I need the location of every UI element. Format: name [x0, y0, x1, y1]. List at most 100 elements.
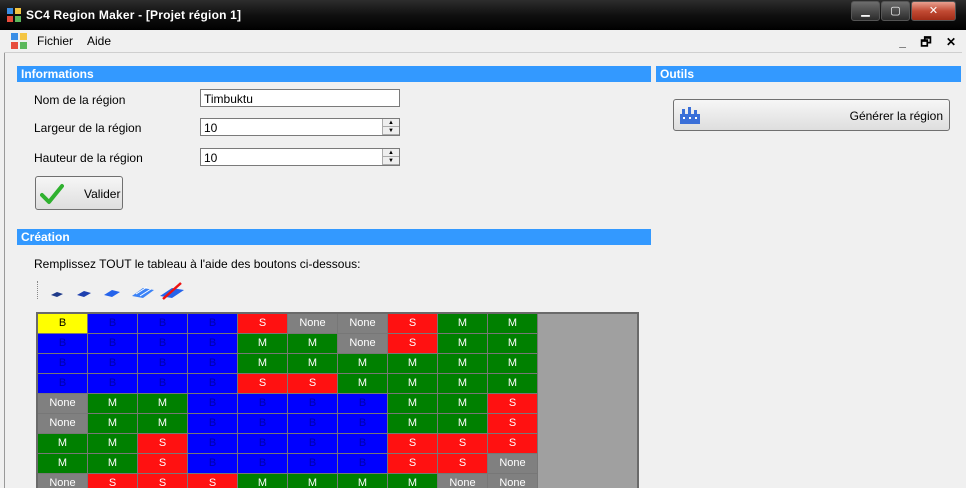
grid-cell[interactable]: None — [488, 474, 538, 488]
grid-cell[interactable]: M — [488, 374, 538, 394]
spin-up-icon[interactable]: ▲ — [383, 119, 399, 127]
grid-cell[interactable]: B — [338, 454, 388, 474]
grid-cell[interactable]: B — [138, 354, 188, 374]
grid-cell[interactable]: B — [288, 454, 338, 474]
grid-cell[interactable]: S — [488, 394, 538, 414]
grid-cell[interactable]: None — [488, 454, 538, 474]
grid-cell[interactable]: M — [38, 454, 88, 474]
grid-cell[interactable]: B — [88, 374, 138, 394]
grid-cell[interactable]: B — [338, 394, 388, 414]
grid-cell[interactable]: B — [188, 394, 238, 414]
region-grid[interactable]: B B B B S None None S M M B B B B M M None S M M B B B B M M M M M M B… — [36, 312, 639, 488]
menu-aide[interactable]: Aide — [87, 34, 111, 48]
grid-cell[interactable]: B — [188, 314, 238, 334]
grid-cell[interactable]: B — [238, 454, 288, 474]
grid-cell[interactable]: M — [438, 414, 488, 434]
spin-up-icon[interactable]: ▲ — [383, 149, 399, 157]
grid-cell[interactable]: S — [438, 434, 488, 454]
grid-cell[interactable]: S — [238, 314, 288, 334]
region-height-input[interactable]: 10 ▲ ▼ — [200, 148, 400, 166]
grid-cell[interactable]: B — [338, 434, 388, 454]
fill-all-icon[interactable] — [131, 281, 155, 301]
grid-cell[interactable]: M — [88, 414, 138, 434]
grid-cell[interactable]: B — [38, 354, 88, 374]
grid-cell[interactable]: S — [438, 454, 488, 474]
grid-cell[interactable]: M — [438, 354, 488, 374]
close-button[interactable]: ✕ — [911, 1, 956, 21]
grid-cell[interactable]: S — [388, 454, 438, 474]
grid-cell[interactable]: M — [288, 474, 338, 488]
grid-cell[interactable]: M — [388, 354, 438, 374]
mdi-restore-icon[interactable]: 🗗 — [920, 35, 931, 49]
grid-cell[interactable]: None — [338, 314, 388, 334]
grid-cell[interactable]: B — [138, 314, 188, 334]
maximize-button[interactable]: ▢ — [881, 1, 910, 21]
grid-cell[interactable]: B — [238, 414, 288, 434]
grid-cell[interactable]: M — [88, 394, 138, 414]
grid-cell[interactable]: B — [188, 454, 238, 474]
grid-cell[interactable]: B — [38, 314, 88, 334]
grid-cell[interactable]: M — [438, 394, 488, 414]
spin-down-icon[interactable]: ▼ — [383, 127, 399, 135]
grid-cell[interactable]: B — [188, 374, 238, 394]
grid-cell[interactable]: M — [238, 334, 288, 354]
grid-cell[interactable]: M — [88, 434, 138, 454]
grid-cell[interactable]: B — [338, 414, 388, 434]
grid-cell[interactable]: B — [288, 394, 338, 414]
grid-cell[interactable]: B — [188, 354, 238, 374]
grid-cell[interactable]: B — [138, 374, 188, 394]
grid-cell[interactable]: S — [488, 414, 538, 434]
grid-cell[interactable]: None — [38, 474, 88, 488]
grid-cell[interactable]: B — [188, 434, 238, 454]
grid-cell[interactable]: S — [488, 434, 538, 454]
large-tile-icon[interactable] — [102, 281, 122, 301]
grid-cell[interactable]: S — [238, 374, 288, 394]
generate-region-button[interactable]: Générer la région — [673, 99, 950, 131]
grid-cell[interactable]: B — [238, 394, 288, 414]
grid-cell[interactable]: M — [288, 354, 338, 374]
grid-cell[interactable]: M — [388, 474, 438, 488]
width-spinner[interactable]: ▲ ▼ — [382, 119, 399, 135]
menu-fichier[interactable]: Fichier — [37, 34, 73, 48]
grid-cell[interactable]: M — [488, 354, 538, 374]
grid-cell[interactable]: S — [288, 374, 338, 394]
validate-button[interactable]: Valider — [35, 176, 123, 210]
grid-cell[interactable]: None — [438, 474, 488, 488]
grid-cell[interactable]: B — [288, 434, 338, 454]
grid-cell[interactable]: M — [338, 374, 388, 394]
grid-cell[interactable]: M — [138, 414, 188, 434]
mdi-close-icon[interactable]: ✕ — [946, 35, 956, 49]
grid-cell[interactable]: B — [88, 334, 138, 354]
grid-cell[interactable]: S — [138, 434, 188, 454]
grid-cell[interactable]: M — [238, 474, 288, 488]
grid-cell[interactable]: None — [38, 394, 88, 414]
erase-icon[interactable] — [159, 281, 185, 301]
grid-cell[interactable]: S — [88, 474, 138, 488]
grid-cell[interactable]: M — [488, 314, 538, 334]
medium-tile-icon[interactable] — [75, 281, 93, 301]
grid-cell[interactable]: B — [288, 414, 338, 434]
grid-cell[interactable]: None — [338, 334, 388, 354]
grid-cell[interactable]: None — [288, 314, 338, 334]
small-tile-icon[interactable] — [49, 281, 65, 301]
region-name-input[interactable]: Timbuktu — [200, 89, 400, 107]
height-spinner[interactable]: ▲ ▼ — [382, 149, 399, 165]
grid-cell[interactable]: M — [488, 334, 538, 354]
grid-cell[interactable]: M — [388, 394, 438, 414]
grid-cell[interactable]: S — [138, 454, 188, 474]
grid-cell[interactable]: M — [288, 334, 338, 354]
grid-cell[interactable]: B — [88, 314, 138, 334]
grid-cell[interactable]: M — [388, 374, 438, 394]
grid-cell[interactable]: B — [188, 334, 238, 354]
grid-cell[interactable]: S — [388, 314, 438, 334]
mdi-minimize-icon[interactable]: _ — [899, 35, 906, 49]
grid-cell[interactable]: B — [38, 374, 88, 394]
grid-cell[interactable]: M — [438, 374, 488, 394]
grid-cell[interactable]: M — [438, 314, 488, 334]
region-width-input[interactable]: 10 ▲ ▼ — [200, 118, 400, 136]
grid-cell[interactable]: M — [438, 334, 488, 354]
grid-cell[interactable]: M — [338, 474, 388, 488]
grid-cell[interactable]: S — [138, 474, 188, 488]
grid-cell[interactable]: B — [138, 334, 188, 354]
grid-cell[interactable]: S — [388, 434, 438, 454]
